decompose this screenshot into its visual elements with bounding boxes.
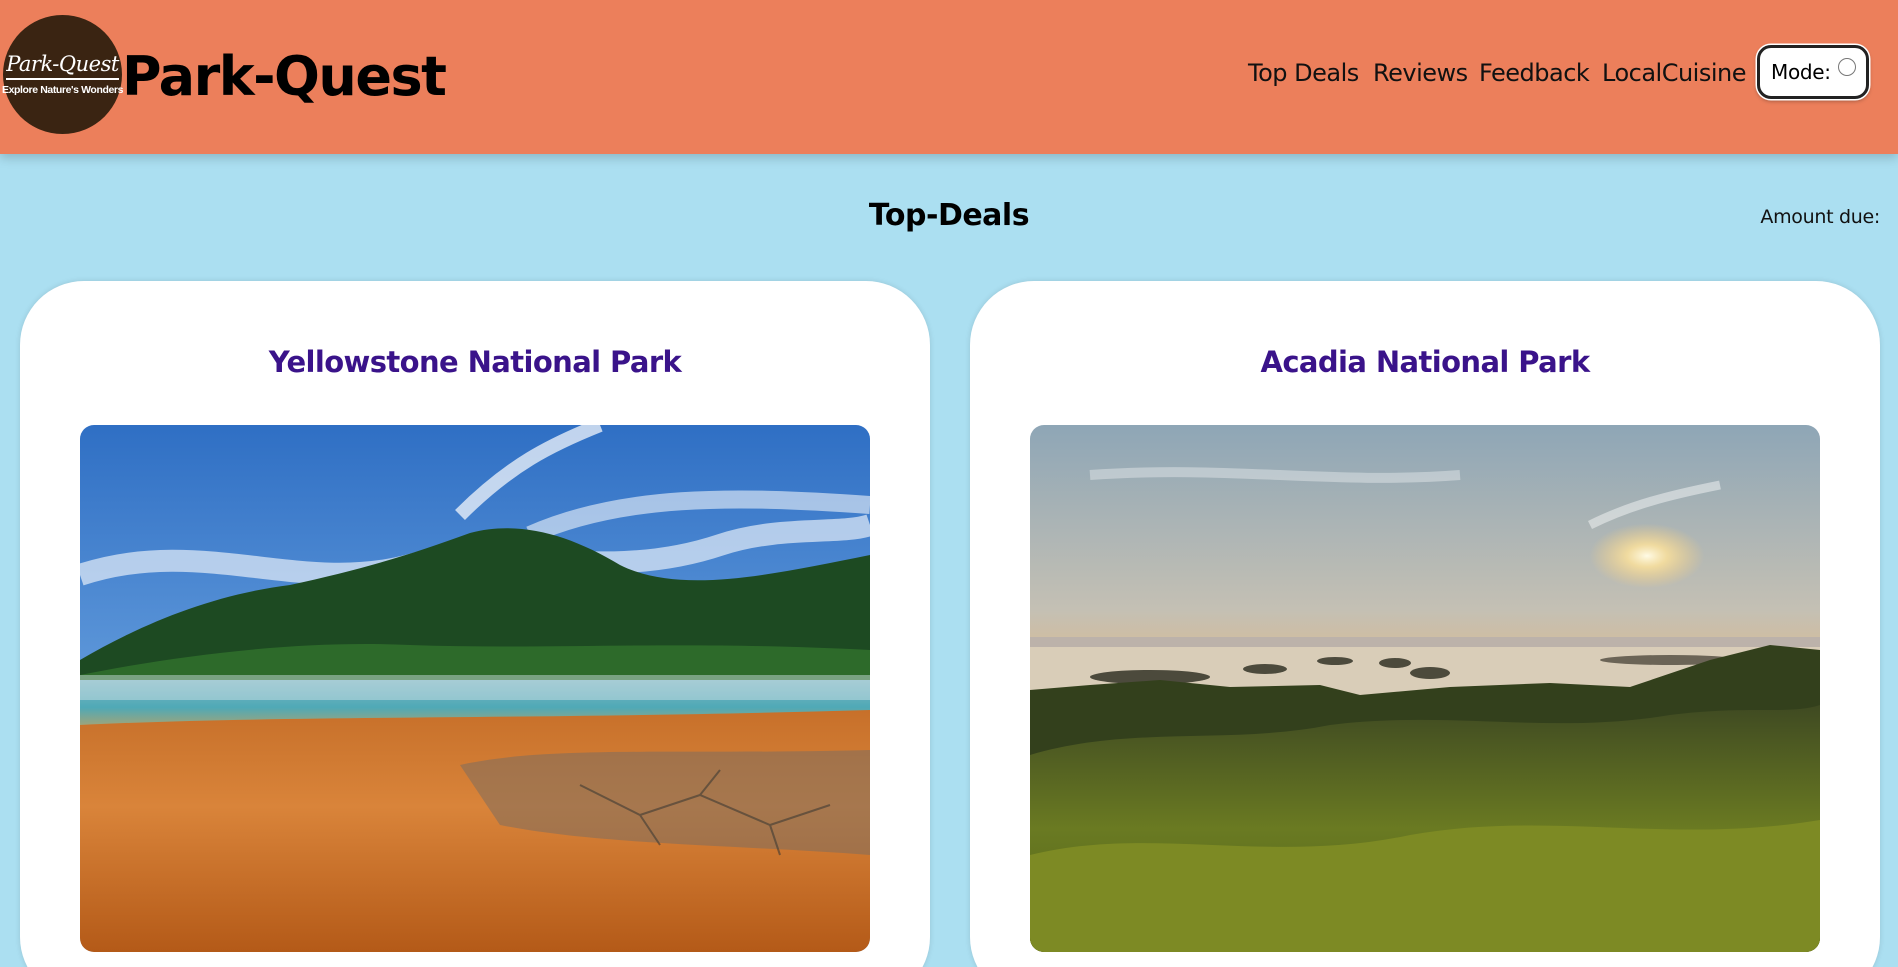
nav-top-deals-wrap: Top Deals — [1248, 57, 1359, 89]
nav-link-feedback[interactable]: Feedback — [1479, 59, 1590, 87]
site-header: Park-Quest Explore Nature's Wonders Park… — [0, 0, 1898, 154]
brand-title: Park-Quest — [122, 45, 447, 108]
mode-label: Mode: — [1771, 60, 1831, 84]
yellowstone-photo — [80, 425, 870, 952]
acadia-photo — [1030, 425, 1820, 952]
section-title: Top-Deals — [868, 198, 1030, 233]
acadia-image-art — [1030, 425, 1820, 952]
card-title: Yellowstone National Park — [268, 345, 682, 379]
mode-radio-icon[interactable] — [1838, 58, 1856, 76]
nav-reviews-wrap: Reviews — [1373, 57, 1468, 89]
park-card-yellowstone[interactable]: Yellowstone National Park — [20, 281, 930, 967]
nav-link-top-deals[interactable]: Top Deals — [1248, 59, 1359, 87]
park-card-acadia[interactable]: Acadia National Park — [970, 281, 1880, 967]
nav-localcuisine-wrap: LocalCuisine — [1602, 57, 1747, 89]
logo-tagline: Explore Nature's Wonders — [1, 83, 124, 96]
amount-due-label: Amount due: — [1760, 206, 1880, 228]
mode-toggle-button[interactable]: Mode: — [1757, 45, 1869, 99]
nav-feedback-wrap: Feedback — [1479, 57, 1590, 89]
nav-link-reviews[interactable]: Reviews — [1373, 59, 1468, 87]
logo-title: Park-Quest — [6, 53, 119, 80]
card-title: Acadia National Park — [1260, 345, 1590, 379]
nav-link-localcuisine[interactable]: LocalCuisine — [1602, 59, 1747, 87]
park-quest-logo[interactable]: Park-Quest Explore Nature's Wonders — [1, 15, 124, 134]
yellowstone-image-art — [80, 425, 870, 952]
